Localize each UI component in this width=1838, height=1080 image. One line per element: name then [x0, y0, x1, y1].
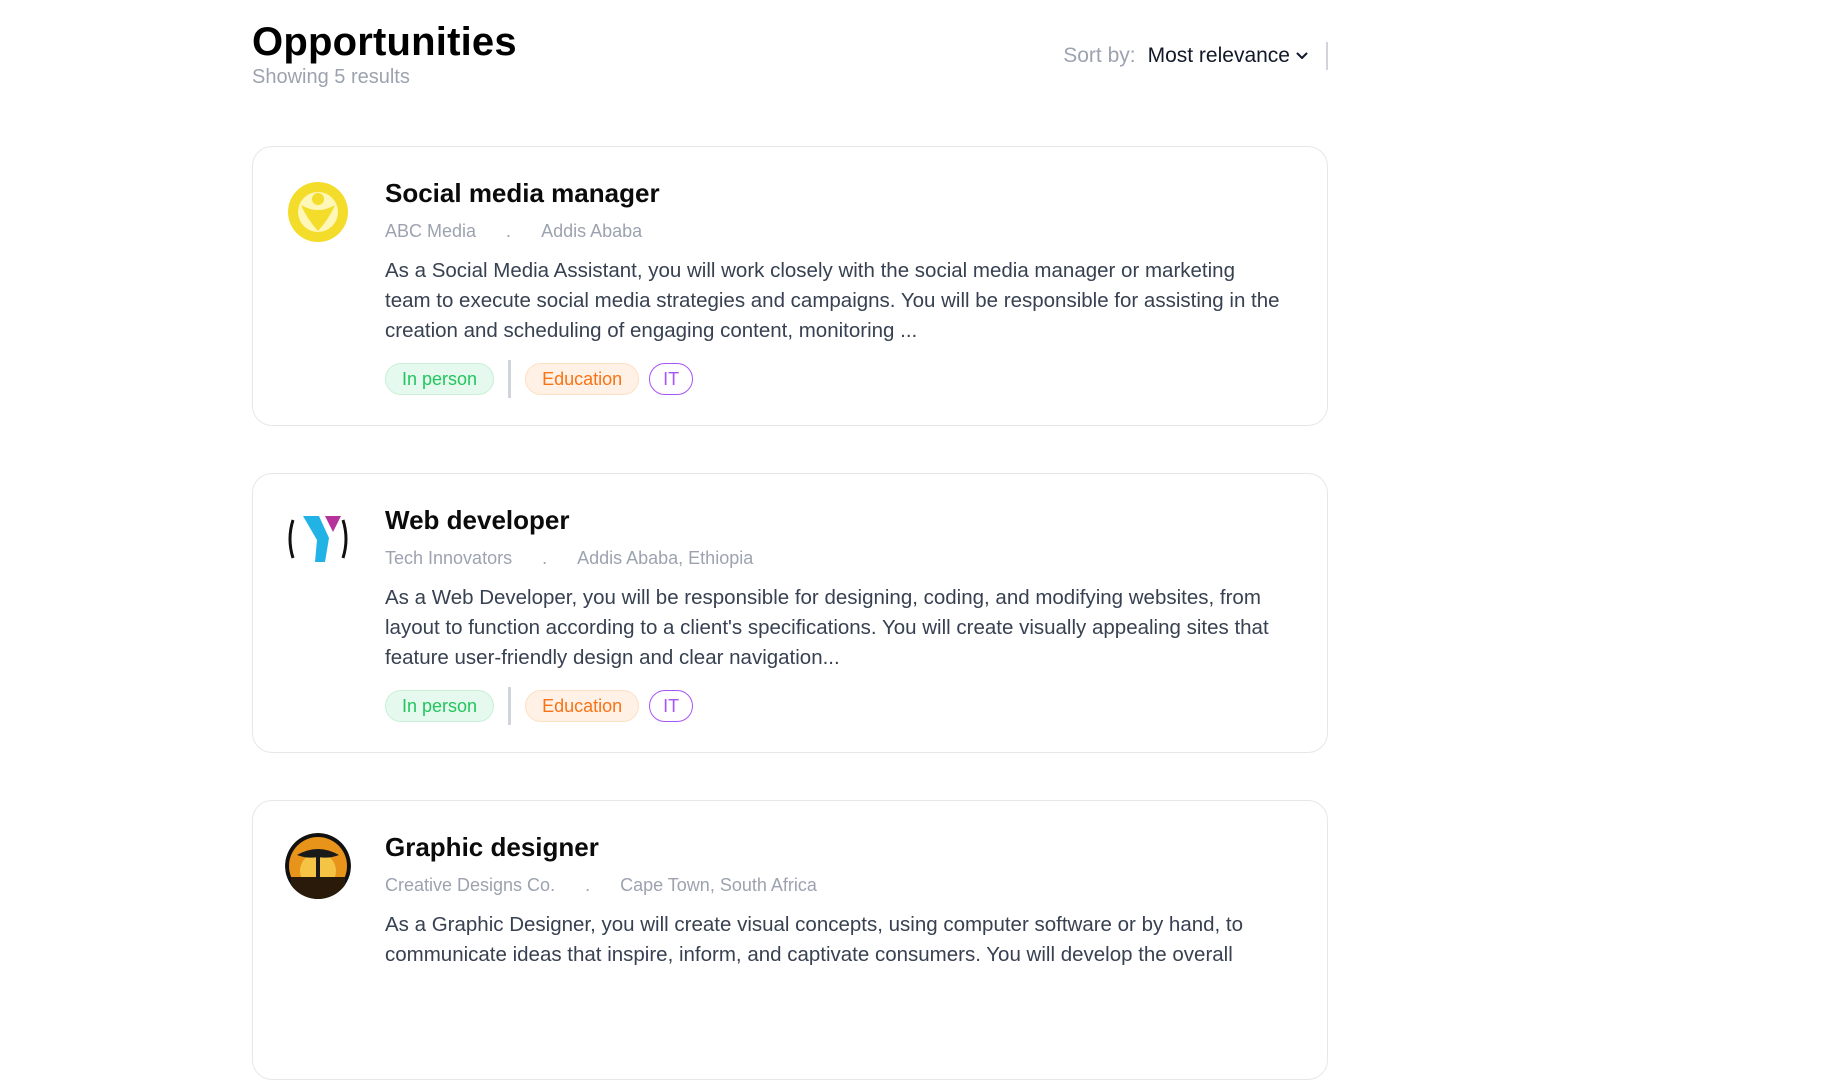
job-description: As a Social Media Assistant, you will wo…	[385, 259, 1280, 342]
job-description: As a Web Developer, you will be responsi…	[385, 586, 1269, 669]
tag-education: Education	[525, 690, 640, 722]
job-card[interactable]: the Web developer Tech Innovators . Addi…	[252, 473, 1328, 753]
sort-divider	[1326, 42, 1328, 70]
meta-separator: .	[585, 875, 591, 895]
job-title[interactable]: Web developer	[385, 504, 1283, 536]
sort-control: Sort by: Most relevance	[1063, 42, 1328, 70]
meta-separator: .	[506, 221, 512, 241]
sunset-tree-logo-icon	[285, 833, 351, 899]
yellow-person-logo-icon	[285, 179, 351, 245]
job-meta: Creative Designs Co. . Cape Town, South …	[385, 875, 1283, 896]
page-title: Opportunities	[252, 20, 517, 64]
logo-text: the	[298, 536, 315, 548]
sort-dropdown[interactable]: Most relevance	[1148, 44, 1308, 68]
job-meta: ABC Media . Addis Ababa	[385, 221, 1283, 242]
chevron-down-icon	[1296, 52, 1308, 59]
job-tags: In person Education IT	[385, 360, 1283, 398]
job-location: Addis Ababa	[541, 221, 643, 241]
job-meta: Tech Innovators . Addis Ababa, Ethiopia	[385, 548, 1283, 569]
job-card[interactable]: Graphic designer Creative Designs Co. . …	[252, 800, 1328, 1080]
job-title[interactable]: Social media manager	[385, 177, 1283, 209]
results-count: Showing 5 results	[252, 66, 410, 88]
company-name: Tech Innovators	[385, 548, 513, 568]
the-y-logo-icon: the	[285, 506, 351, 572]
job-card[interactable]: Social media manager ABC Media . Addis A…	[252, 146, 1328, 426]
page-header: Opportunities Showing 5 results Sort by:…	[252, 20, 1328, 100]
job-description: As a Graphic Designer, you will create v…	[385, 913, 1244, 966]
job-tags: In person Education IT	[385, 687, 1283, 725]
tag-it: IT	[649, 690, 694, 722]
tag-it: IT	[649, 363, 694, 395]
tag-divider	[508, 687, 512, 725]
sort-label: Sort by:	[1063, 44, 1136, 67]
meta-separator: .	[542, 548, 548, 568]
tag-divider	[508, 360, 512, 398]
job-location: Cape Town, South Africa	[620, 875, 817, 895]
job-title[interactable]: Graphic designer	[385, 831, 1283, 863]
sort-value: Most relevance	[1147, 44, 1290, 67]
tag-in-person: In person	[385, 363, 495, 395]
company-name: ABC Media	[385, 221, 477, 241]
job-location: Addis Ababa, Ethiopia	[577, 548, 754, 568]
tag-in-person: In person	[385, 690, 495, 722]
company-name: Creative Designs Co.	[385, 875, 556, 895]
tag-education: Education	[525, 363, 640, 395]
